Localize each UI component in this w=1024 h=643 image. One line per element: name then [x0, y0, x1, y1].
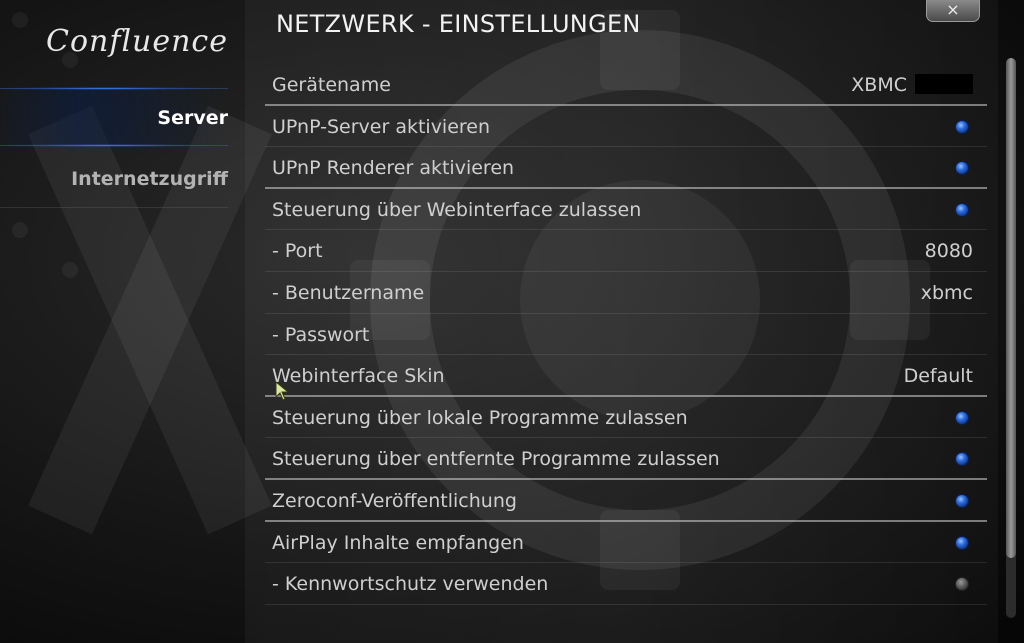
redacted-block: [915, 74, 973, 94]
confluence-logo: Confluence: [46, 24, 228, 59]
setting-row-zeroconf[interactable]: Zeroconf-Veröffentlichung: [265, 480, 987, 522]
radio-on-icon[interactable]: [955, 161, 969, 176]
radio-on-icon[interactable]: [955, 493, 969, 508]
setting-label: Steuerung über lokale Programme zulassen: [272, 406, 688, 429]
setting-row-entfernte-programme[interactable]: Steuerung über entfernte Programme zulas…: [265, 438, 987, 480]
setting-label: Zeroconf-Veröffentlichung: [272, 489, 517, 512]
setting-label: UPnP Renderer aktivieren: [272, 157, 515, 180]
setting-value: XBMC: [851, 74, 973, 96]
page-title: NETZWERK - EINSTELLUNGEN: [276, 10, 641, 38]
sidebar-item-server[interactable]: Server: [0, 87, 228, 147]
setting-label: - Benutzername: [272, 281, 425, 304]
setting-row-webinterface[interactable]: Steuerung über Webinterface zulassen: [265, 189, 987, 231]
sidebar-item-internetzugriff[interactable]: Internetzugriff: [0, 150, 228, 208]
sidebar: Confluence Server Internetzugriff: [0, 0, 245, 643]
setting-label: Webinterface Skin: [272, 365, 445, 388]
setting-row-airplay[interactable]: AirPlay Inhalte empfangen: [265, 522, 987, 564]
setting-row-upnp-renderer[interactable]: UPnP Renderer aktivieren: [265, 147, 987, 189]
setting-label: - Port: [272, 240, 323, 263]
setting-label: Gerätename: [272, 74, 391, 96]
setting-value: xbmc: [920, 281, 973, 304]
setting-value: 8080: [924, 240, 973, 263]
radio-on-icon[interactable]: [955, 452, 969, 467]
scrollbar[interactable]: [1006, 58, 1016, 618]
setting-row-geraetename[interactable]: Gerätename XBMC: [265, 64, 987, 106]
setting-label: Steuerung über entfernte Programme zulas…: [272, 448, 720, 471]
close-icon: ×: [946, 0, 960, 19]
setting-row-passwort[interactable]: - Passwort: [265, 314, 987, 356]
setting-row-benutzername[interactable]: - Benutzername xbmc: [265, 272, 987, 314]
setting-label: - Passwort: [272, 323, 370, 346]
setting-row-upnp-server[interactable]: UPnP-Server aktivieren: [265, 106, 987, 148]
setting-label: UPnP-Server aktivieren: [272, 115, 491, 138]
close-button[interactable]: ×: [926, 0, 980, 22]
setting-value: Default: [903, 365, 973, 388]
radio-on-icon[interactable]: [955, 202, 969, 217]
setting-label: AirPlay Inhalte empfangen: [272, 531, 524, 554]
scrollbar-thumb[interactable]: [1006, 58, 1016, 558]
setting-label: - Kennwortschutz verwenden: [272, 573, 549, 596]
settings-list: Gerätename XBMC UPnP-Server aktivieren U…: [265, 64, 987, 605]
setting-row-webinterface-skin[interactable]: Webinterface Skin Default: [265, 355, 987, 397]
setting-row-kennwortschutz[interactable]: - Kennwortschutz verwenden: [265, 563, 987, 605]
setting-row-port[interactable]: - Port 8080: [265, 230, 987, 272]
radio-on-icon[interactable]: [955, 410, 969, 425]
radio-off-icon[interactable]: [955, 577, 969, 592]
radio-on-icon[interactable]: [955, 535, 969, 550]
setting-row-lokale-programme[interactable]: Steuerung über lokale Programme zulassen: [265, 397, 987, 439]
radio-on-icon[interactable]: [955, 119, 969, 134]
setting-label: Steuerung über Webinterface zulassen: [272, 198, 642, 221]
mouse-pointer-icon: [275, 381, 290, 401]
